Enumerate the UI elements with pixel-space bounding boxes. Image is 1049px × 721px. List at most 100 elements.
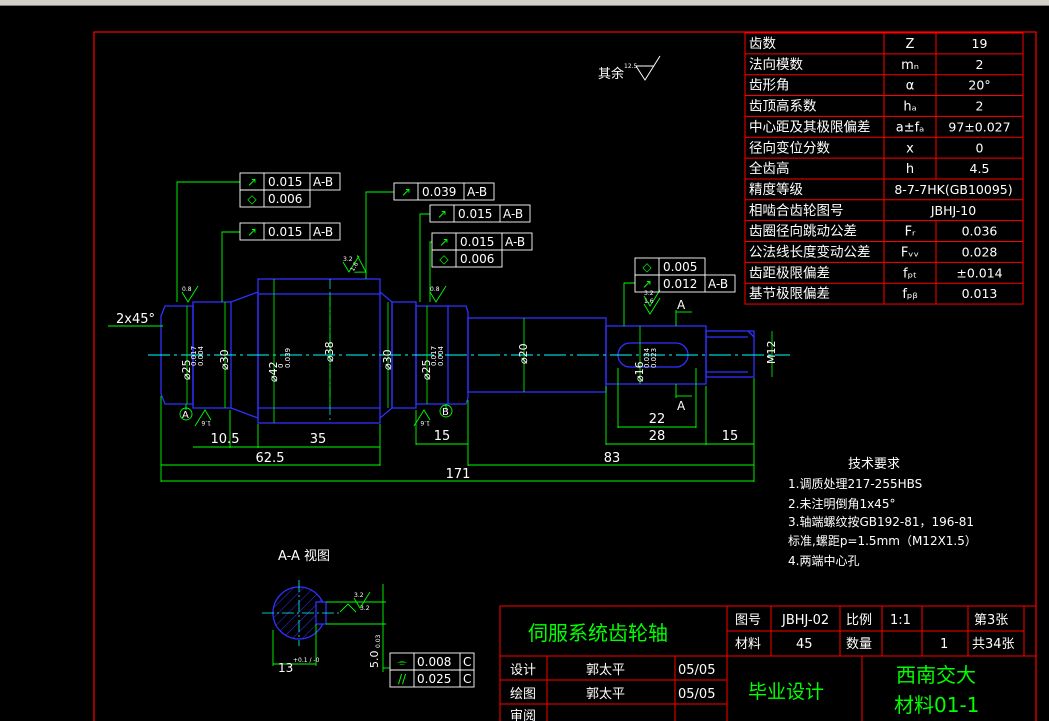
tolerance-symbol: ◇: [642, 260, 652, 274]
diameter-label: ⌀30: [381, 349, 394, 370]
spec-name: 精度等级: [749, 181, 803, 198]
datum-a-label: A: [182, 410, 189, 421]
length-dim-text: 83: [604, 451, 621, 466]
tolerance-value: 0.005: [663, 260, 697, 274]
spec-value: 0.013: [962, 286, 998, 301]
tolerance-value: 0.039: [422, 185, 456, 199]
tolerance-symbol: ↗: [439, 235, 449, 249]
section-width-dim: 13: [278, 661, 293, 675]
tech-line-5: 4.两端中心孔: [788, 553, 859, 568]
tolerance-value: 0.012: [663, 277, 697, 291]
diameter-tol-lower: 0.004: [197, 345, 205, 366]
spec-symbol: h: [906, 162, 914, 177]
spec-value: 8-7-7HK(GB10095): [894, 182, 1012, 197]
tolerance-datum: A-B: [313, 225, 333, 239]
section-view-label: A-A 视图: [278, 549, 330, 564]
tolerance-frame: ↗ 0.015 A-B: [239, 172, 341, 191]
diameter-tol-lower: 0.023: [650, 348, 658, 368]
tolerance-symbol: ◇: [247, 192, 257, 206]
spec-value: ±0.014: [956, 265, 1002, 280]
length-dim-text: 171: [446, 467, 471, 482]
spec-value: 19: [972, 36, 988, 51]
section-roughness-value: 3.2: [360, 605, 370, 612]
drawing-no-label: 图号: [735, 613, 761, 628]
spec-value: 0.028: [962, 245, 998, 260]
tolerance-datum: A-B: [313, 175, 333, 189]
length-dim-text: 35: [310, 432, 327, 447]
tolerance-frame: ◇ 0.006: [239, 189, 311, 208]
cad-drawing-canvas[interactable]: 齿数 Z 19 法向模数 mₙ 2 齿形角 α 20° 齿顶高系数 hₐ 2 中心距及其极限偏差 a±fₐ…: [0, 0, 1049, 721]
part-name: 伺服系统齿轮轴: [528, 621, 668, 645]
length-dim-text: 22: [649, 412, 666, 427]
spec-name: 齿形角: [749, 78, 790, 94]
tolerance-symbol: ↗: [247, 225, 257, 239]
roughness-value: 3.2: [644, 290, 654, 297]
window-strip-shadow: [0, 5, 1049, 6]
roughness-value: 1.6: [644, 298, 654, 305]
tolerance-datum: A-B: [708, 277, 728, 291]
section-width-tol: +0.1 / -0: [293, 657, 320, 664]
tech-line-4: 标准,螺距p=1.5mm（M12X1.5）: [788, 534, 977, 548]
roughness-value: 3.2: [354, 592, 364, 599]
spec-symbol: Z: [906, 37, 915, 52]
length-dim-text: 10.5: [211, 432, 240, 447]
spec-symbol: α: [906, 79, 915, 94]
spec-name: 齿数: [749, 36, 777, 52]
material: 45: [796, 637, 813, 652]
draw-label: 绘图: [510, 687, 536, 702]
school: 西南交大: [896, 663, 976, 687]
tolerance-value: 0.006: [268, 192, 302, 206]
spec-symbol: mₙ: [901, 58, 919, 73]
spec-value: 0.036: [962, 224, 998, 239]
spec-symbol: Fᵣ: [905, 225, 916, 240]
tolerance-value: 0.015: [268, 175, 302, 189]
tolerance-symbol: ◇: [439, 252, 449, 266]
spec-name: 中心距及其极限偏差: [749, 119, 871, 135]
diameter-label: ⌀30: [218, 349, 231, 370]
drawing-no: JBHJ-02: [781, 613, 829, 628]
spec-symbol: a±fₐ: [896, 120, 925, 135]
tolerance-symbol: ↗: [247, 175, 257, 189]
section-depth-tol: 0.03: [375, 634, 382, 648]
spec-value: 2: [976, 99, 984, 114]
design-date: 05/05: [678, 663, 715, 678]
tolerance-frame: ↗ 0.012 A-B: [634, 274, 736, 293]
section-tolerance-datum: C: [463, 672, 471, 686]
spec-value: 0: [976, 140, 984, 155]
spec-name: 齿距极限偏差: [749, 265, 830, 281]
tolerance-frame: ◇ 0.005: [634, 257, 706, 276]
section-tolerance-symbol: //: [398, 672, 407, 686]
tolerance-frame: ↗ 0.015 A-B: [429, 204, 531, 223]
diameter-label: M12: [765, 341, 778, 365]
tolerance-symbol: ↗: [437, 207, 447, 221]
spec-symbol: fₚₜ: [903, 266, 917, 281]
tolerance-datum: A-B: [505, 235, 525, 249]
chamfer-label: 2x45°: [116, 312, 155, 327]
spec-symbol: x: [906, 141, 914, 156]
tech-line-3: 3.轴端螺纹按GB192-81，196-81: [788, 514, 974, 529]
spec-symbol: Fᵥᵥ: [901, 246, 919, 261]
project: 毕业设计: [748, 681, 824, 703]
tolerance-value: 0.006: [460, 252, 494, 266]
sheet: 第3张: [974, 613, 1008, 628]
spec-name: 法向模数: [749, 57, 803, 73]
datum-b-label: B: [442, 407, 449, 418]
roughness-value: 1.6: [201, 419, 211, 426]
spec-name: 径向变位分数: [749, 140, 830, 156]
section-tolerance-symbol: ⌯: [397, 655, 407, 669]
tolerance-symbol: ↗: [401, 185, 411, 199]
draw-name: 郭太平: [586, 686, 625, 702]
roughness-value: 3.2: [343, 256, 353, 263]
tolerance-frame: ↗ 0.039 A-B: [393, 182, 495, 201]
spec-value: JBHJ-10: [930, 203, 976, 218]
spec-value: 20°: [968, 78, 990, 93]
total-sheets: 共34张: [972, 637, 1015, 652]
section-tolerance-datum: C: [463, 655, 471, 669]
diameter-tol-lower: 0.004: [437, 345, 445, 366]
length-dim-text: 15: [722, 429, 739, 444]
class: 材料01-1: [894, 693, 979, 717]
rest-roughness-value: 12.5: [624, 63, 638, 70]
tolerance-frame: ◇ 0.006: [431, 249, 503, 268]
spec-name: 齿顶高系数: [749, 98, 817, 115]
tolerance-frame: ↗ 0.015 A-B: [431, 232, 533, 251]
